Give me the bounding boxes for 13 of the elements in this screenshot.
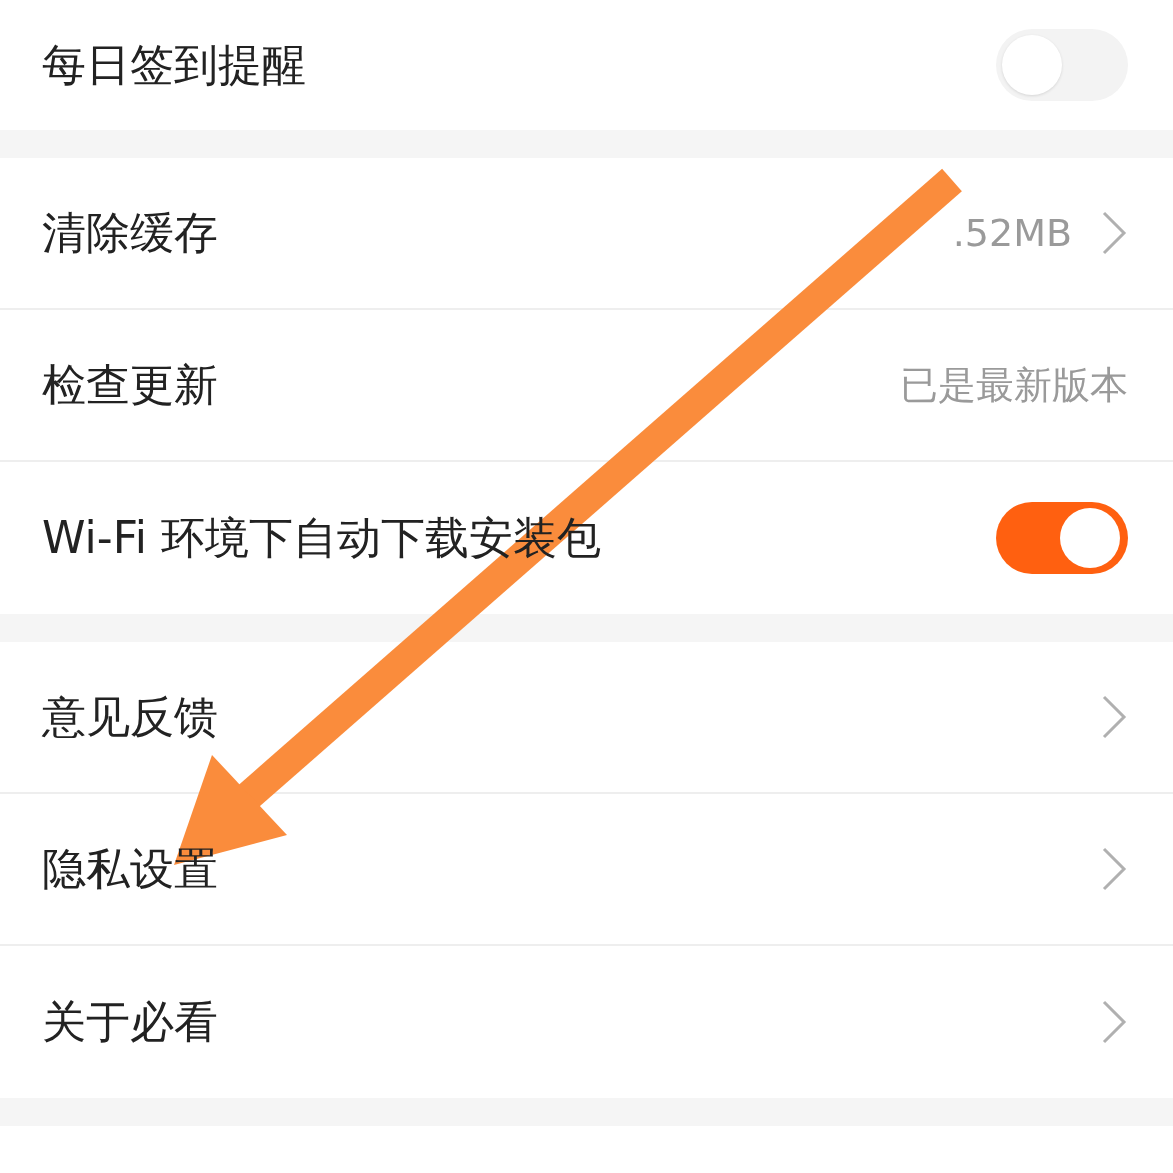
chevron-right-icon[interactable] xyxy=(1100,209,1128,257)
setting-value: .52MB xyxy=(952,209,1072,257)
setting-label: 检查更新 xyxy=(42,358,218,412)
setting-label: 清除缓存 xyxy=(42,206,218,260)
chevron-right-icon[interactable] xyxy=(1100,693,1128,741)
setting-value: 已是最新版本 xyxy=(900,361,1128,409)
setting-label: 每日签到提醒 xyxy=(42,38,306,92)
setting-label: Wi-Fi 环境下自动下载安装包 xyxy=(42,511,601,565)
setting-label: 隐私设置 xyxy=(42,842,218,896)
setting-label: 意见反馈 xyxy=(42,690,218,744)
chevron-right-icon[interactable] xyxy=(1100,998,1128,1046)
setting-label: 关于必看 xyxy=(42,995,218,1049)
chevron-right-icon[interactable] xyxy=(1100,845,1128,893)
